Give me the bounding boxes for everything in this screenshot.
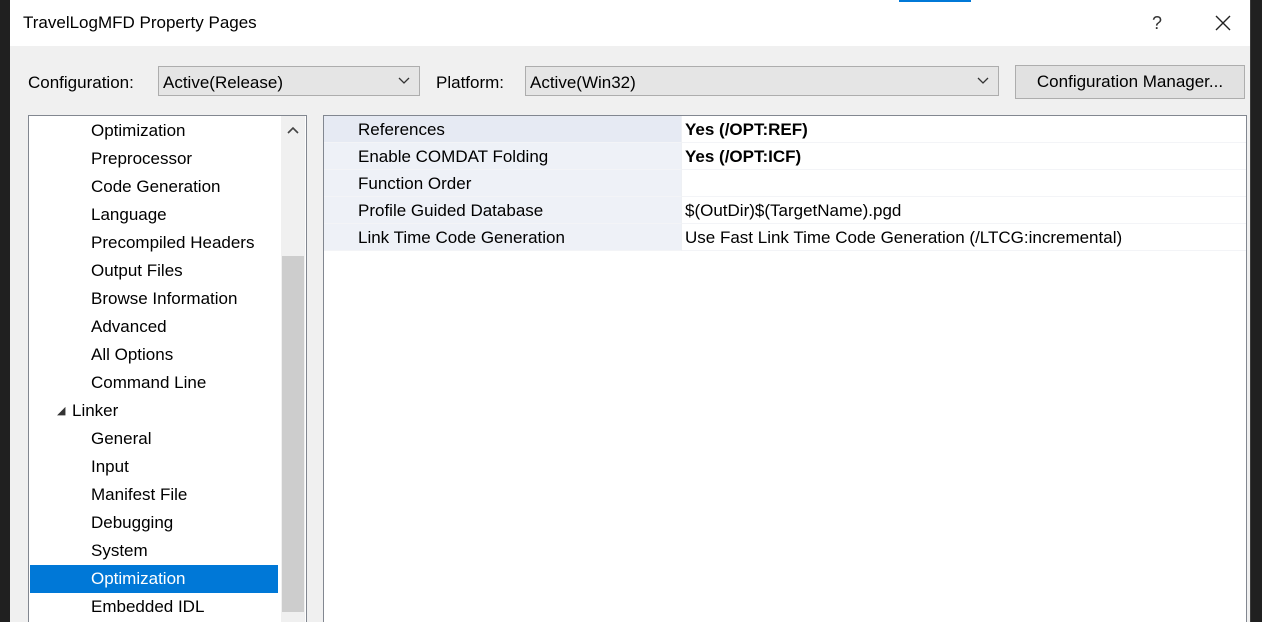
tree-item-label: Language <box>91 205 167 224</box>
platform-dropdown[interactable]: Active(Win32) <box>525 66 999 96</box>
property-name-cell: References <box>324 116 681 143</box>
tree-item-label: Preprocessor <box>91 149 193 168</box>
configuration-dropdown[interactable]: Active(Release) <box>158 66 420 96</box>
tree-item[interactable]: Optimization <box>30 565 278 593</box>
tree-item-label: Output Files <box>91 261 183 280</box>
platform-value: Active(Win32) <box>530 73 636 92</box>
property-name: Function Order <box>358 174 472 193</box>
property-value-cell[interactable]: Yes (/OPT:REF) <box>681 116 1246 143</box>
tree-item-label: Embedded IDL <box>91 597 205 616</box>
tree-item[interactable]: Input <box>30 453 278 481</box>
chevron-down-icon <box>398 77 410 84</box>
tree-item-label: Optimization <box>91 121 186 140</box>
tree-item-label: Linker <box>72 401 119 420</box>
property-name: Link Time Code Generation <box>358 228 565 247</box>
tree-item-label: Manifest File <box>91 485 188 504</box>
property-name: Profile Guided Database <box>358 201 544 220</box>
close-button[interactable] <box>1200 0 1246 46</box>
property-row[interactable]: Link Time Code Generation Use Fast Link T… <box>324 224 1246 251</box>
tree-scrollbar[interactable] <box>281 116 305 622</box>
close-icon <box>1215 15 1231 31</box>
property-name-cell: Enable COMDAT Folding <box>324 143 681 170</box>
chevron-up-icon <box>287 126 299 134</box>
chevron-down-icon <box>977 77 989 84</box>
platform-label: Platform: <box>436 73 505 92</box>
property-name: References <box>358 120 445 139</box>
configuration-manager-button[interactable]: Configuration Manager... <box>1015 65 1245 99</box>
title-bar: TravelLogMFD Property Pages ? <box>10 0 1262 46</box>
tree-item-label: Browse Information <box>91 289 238 308</box>
tree-item-label: Advanced <box>91 317 167 336</box>
window-title: TravelLogMFD Property Pages <box>23 13 257 32</box>
property-value-cell[interactable]: Use Fast Link Time Code Generation (/LTC… <box>681 224 1246 251</box>
expanded-triangle-icon[interactable]: ◢ <box>57 397 65 425</box>
tree-item-label: Precompiled Headers <box>91 233 255 252</box>
tree-item-label: Optimization <box>91 569 186 588</box>
tree-item[interactable]: Browse Information <box>30 285 278 313</box>
property-row[interactable]: Function Order <box>324 170 1246 197</box>
tree-item-label: Input <box>91 457 129 476</box>
tree-item-label: System <box>91 541 148 560</box>
tree-item[interactable]: Precompiled Headers <box>30 229 278 257</box>
property-name-cell: Link Time Code Generation <box>324 224 681 251</box>
tree-item[interactable]: Manifest File <box>30 481 278 509</box>
tree-item[interactable]: Debugging <box>30 509 278 537</box>
property-value-cell[interactable] <box>681 170 1246 197</box>
property-value: Yes (/OPT:ICF) <box>685 147 802 166</box>
tree-item[interactable]: Output Files <box>30 257 278 285</box>
category-tree: Optimization Preprocessor Code Generation L… <box>28 115 307 622</box>
property-value: Yes (/OPT:REF) <box>685 120 808 139</box>
tree-item[interactable]: Advanced <box>30 313 278 341</box>
property-value: Use Fast Link Time Code Generation (/LTC… <box>685 228 1123 247</box>
tree-item[interactable]: Optimization <box>30 117 278 145</box>
tree-item-label: Command Line <box>91 373 207 392</box>
tree-item-label: General <box>91 429 152 448</box>
help-button[interactable]: ? <box>1134 0 1180 46</box>
tree-item[interactable]: Code Generation <box>30 173 278 201</box>
property-pages-dialog: TravelLogMFD Property Pages ? Configurat… <box>10 0 1262 622</box>
tree-item[interactable]: General <box>30 425 278 453</box>
tree-item[interactable]: Embedded IDL <box>30 593 278 621</box>
tree-item-label: Debugging <box>91 513 174 532</box>
window-edge <box>1250 0 1262 622</box>
property-value-cell[interactable]: $(OutDir)$(TargetName).pgd <box>681 197 1246 224</box>
tree-item[interactable]: Language <box>30 201 278 229</box>
title-accent-line <box>899 0 971 2</box>
tree-item[interactable]: ◢ Linker <box>30 397 278 425</box>
property-value-cell[interactable]: Yes (/OPT:ICF) <box>681 143 1246 170</box>
property-row[interactable]: Enable COMDAT Folding Yes (/OPT:ICF) <box>324 143 1246 170</box>
property-grid: References Yes (/OPT:REF) Enable COMDAT Fo… <box>323 115 1247 622</box>
property-name-cell: Profile Guided Database <box>324 197 681 224</box>
tree-item[interactable]: Preprocessor <box>30 145 278 173</box>
configuration-value: Active(Release) <box>163 73 283 92</box>
property-value: $(OutDir)$(TargetName).pgd <box>685 201 902 220</box>
tree-item-label: All Options <box>91 345 174 364</box>
tree-item-label: Code Generation <box>91 177 221 196</box>
tree-item[interactable]: System <box>30 537 278 565</box>
tree-item[interactable]: All Options <box>30 341 278 369</box>
tree-item[interactable]: Command Line <box>30 369 278 397</box>
property-row[interactable]: Profile Guided Database $(OutDir)$(Target… <box>324 197 1246 224</box>
scroll-thumb[interactable] <box>282 256 304 612</box>
help-icon: ? <box>1151 13 1162 33</box>
property-name: Enable COMDAT Folding <box>358 147 549 166</box>
property-name-cell: Function Order <box>324 170 681 197</box>
property-row[interactable]: References Yes (/OPT:REF) <box>324 116 1246 143</box>
scroll-up-button[interactable] <box>281 116 305 144</box>
configuration-label: Configuration: <box>28 73 134 92</box>
